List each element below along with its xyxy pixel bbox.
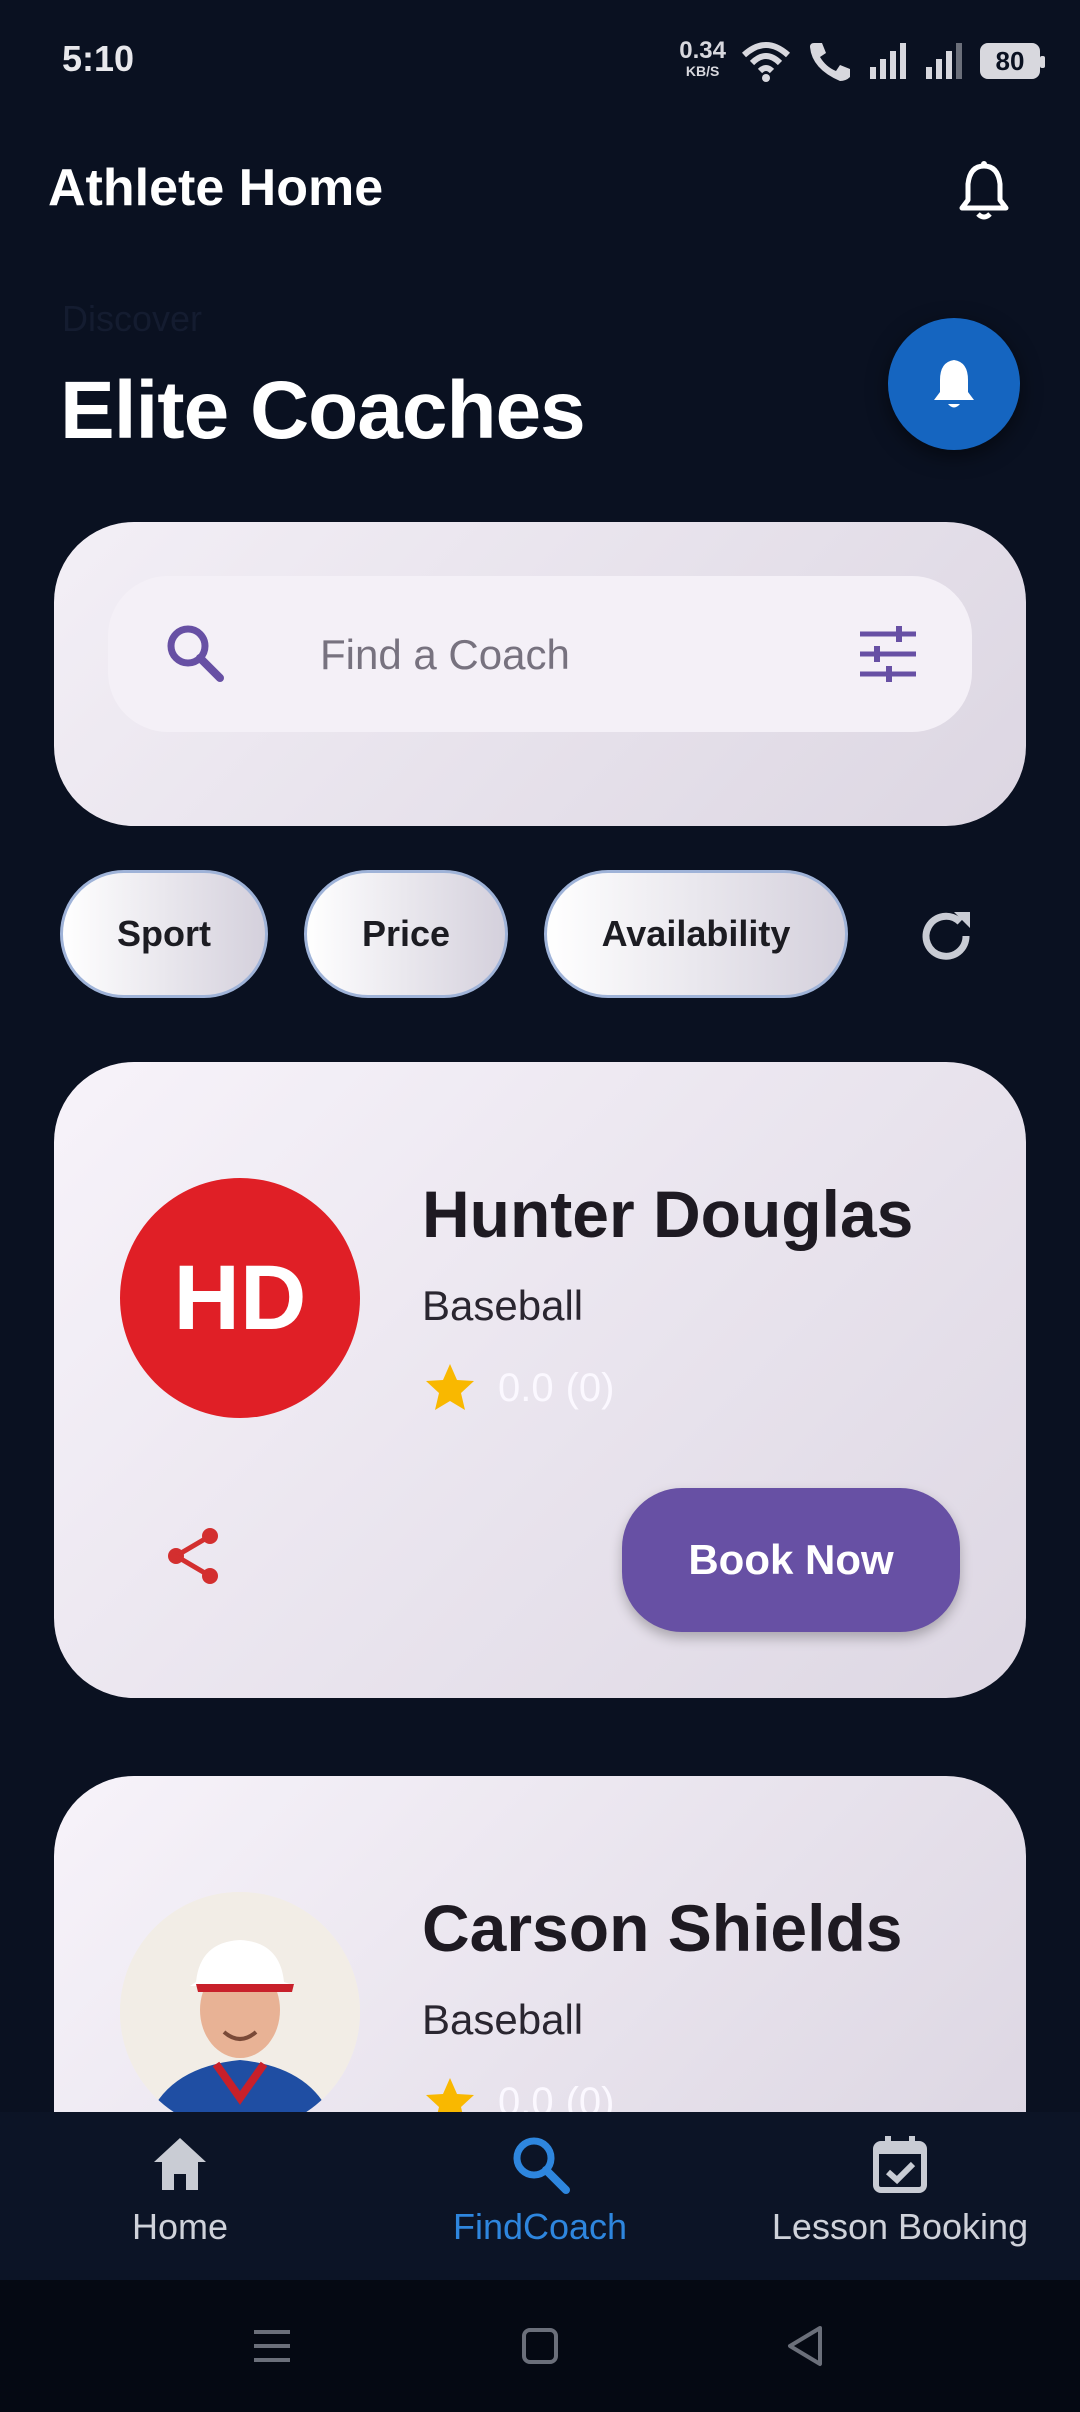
- avatar: [120, 1892, 360, 2116]
- status-time: 5:10: [62, 38, 135, 79]
- coach-sport: Baseball: [422, 1282, 584, 1329]
- rating-value: 0.0: [498, 2079, 554, 2117]
- status-icons: 0.34 KB/S 80: [679, 36, 1045, 86]
- search-icon: [513, 2137, 570, 2194]
- coach-photo: [120, 1892, 360, 2116]
- coach-name: Hunter Douglas: [422, 1177, 914, 1251]
- rating-row: 0.0 (0): [422, 2074, 615, 2116]
- rating-value: 0.0: [498, 1365, 554, 1410]
- signal-icon: [870, 43, 906, 79]
- menu-icon[interactable]: [246, 2320, 298, 2372]
- filter-chip-price[interactable]: Price: [304, 870, 508, 998]
- back-icon[interactable]: [780, 2320, 832, 2372]
- calendar-check-icon: [873, 2136, 927, 2193]
- filter-sliders-icon[interactable]: [856, 622, 920, 686]
- nav-label: Lesson Booking: [771, 2206, 1029, 2247]
- share-icon[interactable]: [162, 1524, 226, 1588]
- coach-sport: Baseball: [422, 1996, 584, 2043]
- book-now-button[interactable]: Book Now: [622, 1488, 960, 1632]
- avatar: HD: [120, 1178, 360, 1418]
- nav-label: FindCoach: [452, 2206, 628, 2247]
- home-icon: [154, 2138, 206, 2190]
- notification-fab-button[interactable]: [888, 318, 1020, 450]
- search-input[interactable]: [318, 626, 882, 684]
- coach-card[interactable]: HD Hunter Douglas Baseball 0.0 (0) Book …: [54, 1062, 1026, 1698]
- search-bar[interactable]: [108, 576, 972, 732]
- coach-card[interactable]: Carson Shields Baseball 0.0 (0): [54, 1776, 1026, 2116]
- review-count: (0): [565, 1365, 615, 1410]
- search-icon: [167, 625, 224, 682]
- call-icon: [810, 43, 850, 81]
- filter-chip-availability[interactable]: Availability: [544, 870, 848, 998]
- home-square-icon[interactable]: [514, 2320, 566, 2372]
- net-speed: 0.34 KB/S: [679, 39, 726, 81]
- rating-row: 0.0 (0): [422, 1360, 615, 1416]
- system-navigation-bar: [0, 2280, 1080, 2412]
- net-speed-value: 0.34: [679, 37, 726, 64]
- coach-name: Carson Shields: [422, 1891, 903, 1965]
- section-eyebrow: Discover: [62, 298, 203, 339]
- battery-indicator: 80: [980, 43, 1045, 79]
- wifi-icon: [741, 42, 791, 82]
- review-count: (0): [565, 2079, 615, 2117]
- notification-bell-icon[interactable]: [948, 156, 1020, 228]
- star-icon: [426, 2078, 474, 2116]
- filter-chip-sport[interactable]: Sport: [60, 870, 268, 998]
- bottom-navigation: Home FindCoach Lesson Booking: [0, 2112, 1080, 2280]
- net-speed-unit: KB/S: [685, 63, 720, 79]
- nav-item-findcoach[interactable]: FindCoach: [360, 2132, 720, 2272]
- bell-icon: [934, 360, 974, 408]
- search-card: [54, 522, 1026, 826]
- nav-item-lesson-booking[interactable]: Lesson Booking: [720, 2132, 1080, 2272]
- app-title: Athlete Home: [48, 159, 384, 217]
- nav-item-home[interactable]: Home: [0, 2132, 360, 2272]
- refresh-icon[interactable]: [910, 900, 982, 972]
- star-icon: [426, 1364, 474, 1410]
- nav-label: Home: [131, 2206, 229, 2247]
- signal-icon-2: [926, 43, 962, 79]
- page-title: Elite Coaches: [60, 365, 586, 456]
